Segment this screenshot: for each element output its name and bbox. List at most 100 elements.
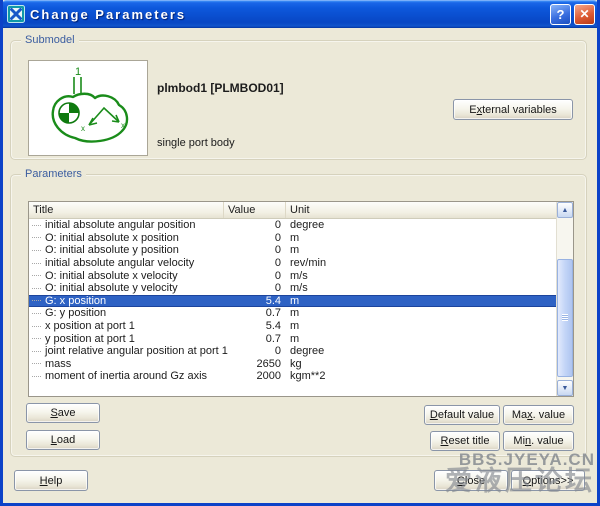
default-value-button[interactable]: Default value [424, 405, 500, 425]
submodel-drawing: 1 x x [28, 60, 148, 156]
save-button[interactable]: Save [26, 403, 100, 423]
title-bar[interactable]: Change Parameters ? ✕ [0, 0, 600, 28]
parameter-title: O: initial absolute y velocity [45, 282, 178, 294]
parameter-value[interactable]: 5.4 [224, 320, 286, 332]
parameter-title: initial absolute angular velocity [45, 257, 194, 269]
load-button[interactable]: Load [26, 430, 100, 450]
tree-branch-icon [32, 225, 41, 226]
parameters-group: Parameters Title Value Unit initial abso… [10, 174, 587, 457]
amesim-app-icon [7, 5, 25, 23]
window-title: Change Parameters [30, 7, 547, 22]
tree-branch-icon [32, 288, 41, 289]
parameter-title: O: initial absolute x velocity [45, 270, 178, 282]
parameter-value[interactable]: 0 [224, 257, 286, 269]
table-row[interactable]: joint relative angular position at port … [29, 345, 556, 358]
column-header-unit[interactable]: Unit [286, 202, 573, 218]
parameter-value[interactable]: 0 [224, 219, 286, 231]
parameter-table-header: Title Value Unit [29, 202, 573, 219]
tree-branch-icon [32, 263, 41, 264]
parameter-value[interactable]: 0 [224, 282, 286, 294]
parameter-unit: m [286, 333, 556, 345]
min-value-button[interactable]: Min. value [503, 431, 574, 451]
table-row[interactable]: G: x position 5.4m [29, 295, 556, 308]
parameter-unit: m [286, 295, 556, 307]
parameters-group-label: Parameters [21, 167, 86, 181]
parameter-unit: kgm**2 [286, 370, 556, 382]
tree-branch-icon [32, 250, 41, 251]
tree-branch-icon [32, 363, 41, 364]
port-1-label: 1 [75, 66, 81, 78]
table-row[interactable]: mass 2650kg [29, 358, 556, 371]
parameter-value[interactable]: 2000 [224, 370, 286, 382]
parameter-title: O: initial absolute x position [45, 232, 179, 244]
scroll-up-icon[interactable]: ▲ [557, 202, 573, 218]
scrollbar-thumb[interactable] [557, 259, 573, 377]
external-variables-button[interactable]: External variables [453, 99, 573, 120]
vertical-scrollbar[interactable]: ▲ ▼ [556, 202, 573, 396]
tree-branch-icon [32, 237, 41, 238]
column-header-title[interactable]: Title [29, 202, 224, 218]
parameter-unit: m/s [286, 282, 556, 294]
parameter-unit: rev/min [286, 257, 556, 269]
parameter-value[interactable]: 2650 [224, 358, 286, 370]
change-parameters-dialog: Change Parameters ? ✕ Submodel 1 x [0, 0, 600, 506]
tree-branch-icon [32, 326, 41, 327]
parameter-value[interactable]: 0 [224, 244, 286, 256]
tree-branch-icon [32, 338, 41, 339]
parameter-unit: m/s [286, 270, 556, 282]
parameter-title: O: initial absolute y position [45, 244, 179, 256]
table-row[interactable]: O: initial absolute y velocity 0m/s [29, 282, 556, 295]
scroll-down-icon[interactable]: ▼ [557, 380, 573, 396]
parameter-title: moment of inertia around Gz axis [45, 370, 207, 382]
parameter-title: G: y position [45, 307, 106, 319]
parameter-value[interactable]: 0.7 [224, 333, 286, 345]
table-row[interactable]: O: initial absolute y position 0m [29, 244, 556, 257]
table-row[interactable]: initial absolute angular position0degree [29, 219, 556, 232]
parameter-value[interactable]: 0 [224, 345, 286, 357]
parameter-unit: degree [286, 345, 556, 357]
parameter-title: G: x position [45, 295, 106, 307]
tree-branch-icon [32, 275, 41, 276]
parameter-unit: kg [286, 358, 556, 370]
parameter-unit: m [286, 232, 556, 244]
parameter-unit: m [286, 244, 556, 256]
submodel-name: plmbod1 [PLMBOD01] [157, 81, 284, 95]
table-row[interactable]: x position at port 1 5.4m [29, 320, 556, 333]
table-row[interactable]: y position at port 1 0.7m [29, 332, 556, 345]
parameter-unit: degree [286, 219, 556, 231]
parameter-value[interactable]: 0 [224, 270, 286, 282]
close-titlebar-button[interactable]: ✕ [574, 4, 595, 25]
help-titlebar-button[interactable]: ? [550, 4, 571, 25]
submodel-group: Submodel 1 x x plmbod1 [PLMBOD01] si [10, 40, 587, 160]
help-button[interactable]: Help [14, 470, 88, 491]
scrollbar-grip-icon [562, 314, 568, 321]
parameter-value[interactable]: 5.4 [224, 295, 286, 307]
max-value-button[interactable]: Max. value [503, 405, 574, 425]
submodel-group-label: Submodel [21, 33, 79, 47]
close-button[interactable]: Close [434, 470, 508, 491]
table-row[interactable]: G: y position 0.7m [29, 307, 556, 320]
tree-branch-icon [32, 351, 41, 352]
svg-text:x: x [121, 121, 125, 130]
table-row[interactable]: O: initial absolute x velocity 0m/s [29, 269, 556, 282]
window-border-left [0, 0, 3, 506]
table-row[interactable]: initial absolute angular velocity 0rev/mi… [29, 257, 556, 270]
parameter-value[interactable]: 0 [224, 232, 286, 244]
table-row[interactable]: moment of inertia around Gz axis 2000kgm*… [29, 370, 556, 383]
tree-branch-icon [32, 300, 41, 301]
parameter-unit: m [286, 320, 556, 332]
options-button[interactable]: Options>> [511, 470, 585, 491]
tree-branch-icon [32, 376, 41, 377]
reset-title-button[interactable]: Reset title [430, 431, 500, 451]
parameter-title: mass [45, 358, 71, 370]
table-row[interactable]: O: initial absolute x position 0m [29, 232, 556, 245]
submodel-description: single port body [157, 137, 235, 149]
parameter-title: joint relative angular position at port … [45, 345, 228, 357]
svg-text:x: x [81, 124, 85, 133]
parameter-unit: m [286, 307, 556, 319]
parameter-title: x position at port 1 [45, 320, 135, 332]
column-header-value[interactable]: Value [224, 202, 286, 218]
single-port-body-icon: 1 x x [29, 61, 147, 155]
parameter-title: y position at port 1 [45, 333, 135, 345]
parameter-value[interactable]: 0.7 [224, 307, 286, 319]
